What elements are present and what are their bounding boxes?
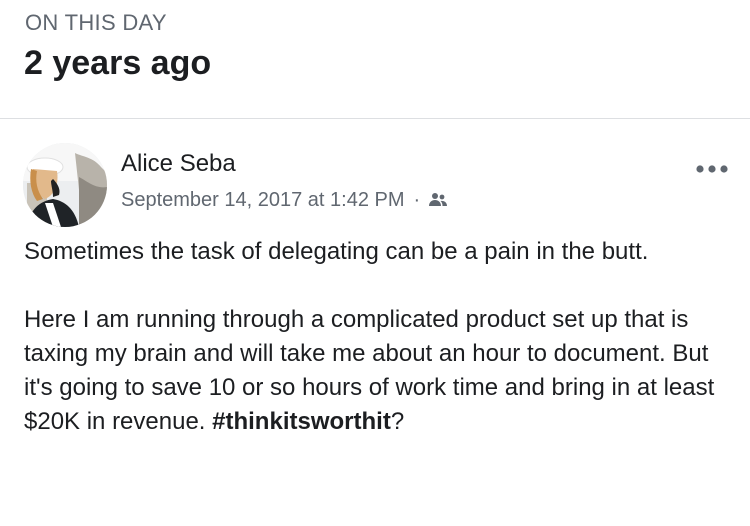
memory-post: Alice Seba September 14, 2017 at 1:42 PM… xyxy=(0,119,750,526)
post-paragraph-1: Sometimes the task of delegating can be … xyxy=(24,238,649,265)
friends-icon[interactable] xyxy=(428,192,448,208)
meta-separator: · xyxy=(413,188,421,211)
author-avatar[interactable] xyxy=(23,143,107,227)
memory-header: ON THIS DAY 2 years ago xyxy=(0,0,750,118)
memory-kicker: ON THIS DAY xyxy=(25,10,167,35)
hashtag-link[interactable]: #thinkitsworthit xyxy=(212,408,391,435)
post-timestamp[interactable]: September 14, 2017 at 1:42 PM xyxy=(121,189,405,212)
post-body: Sometimes the task of delegating can be … xyxy=(24,235,734,473)
memory-title: 2 years ago xyxy=(24,44,212,82)
avatar-image xyxy=(23,143,107,227)
post-meta: September 14, 2017 at 1:42 PM · xyxy=(121,185,448,215)
post-paragraph-2-end: ? xyxy=(390,408,405,435)
more-options-icon[interactable] xyxy=(694,157,730,181)
author-name[interactable]: Alice Seba xyxy=(121,150,236,178)
post-paragraph-2: Here I am running through a complicated … xyxy=(24,303,734,439)
